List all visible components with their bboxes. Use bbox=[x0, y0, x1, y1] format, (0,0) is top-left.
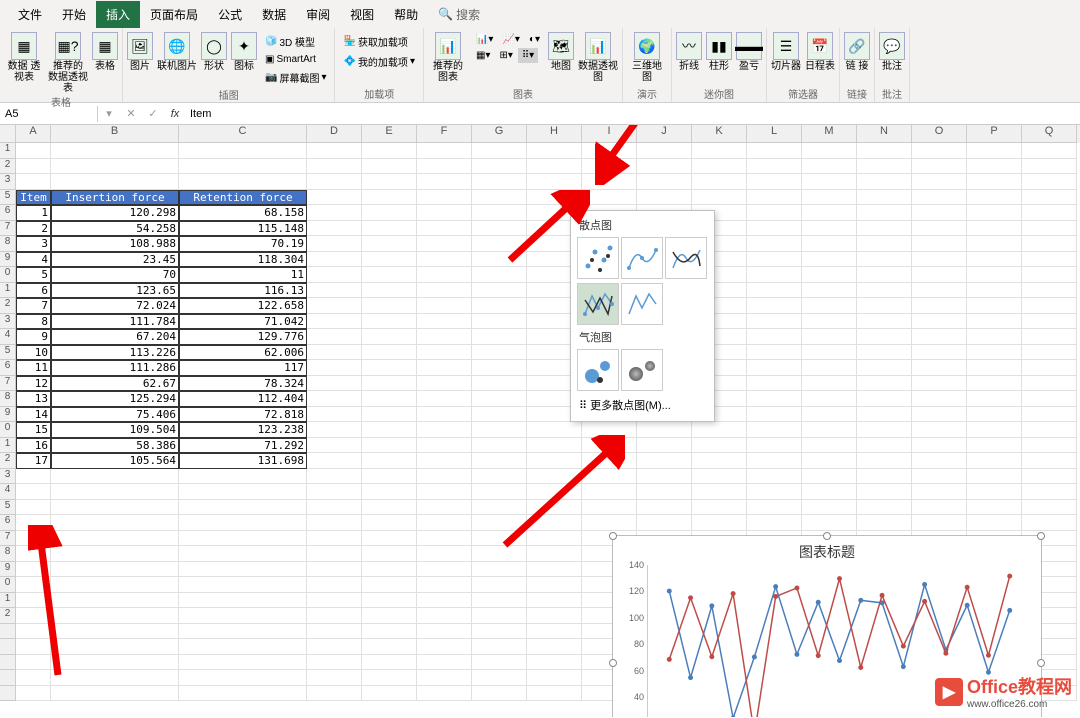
enter-icon[interactable]: ✓ bbox=[142, 107, 164, 120]
my-addins-button[interactable]: 💠 我的加载项 ▾ bbox=[339, 52, 418, 71]
office-logo-icon: ▶ bbox=[935, 678, 963, 706]
chart-type-dropdown: 散点图 气泡图 ⠿ 更多散点图(M)... bbox=[570, 210, 715, 422]
col-header: A bbox=[16, 125, 51, 143]
line-chart-icon[interactable]: 📈▾ bbox=[498, 32, 523, 47]
col-header: G bbox=[472, 125, 527, 143]
screenshot-button[interactable]: 📷 屏幕截图 ▾ bbox=[261, 68, 330, 87]
col-header: E bbox=[362, 125, 417, 143]
bubble-group-label: 气泡图 bbox=[575, 327, 710, 347]
tab-help[interactable]: 帮助 bbox=[384, 1, 428, 28]
ribbon: ▦数据 透视表 ▦?推荐的 数据透视表 ▦表格 表格 🖼图片 🌐联机图片 ◯形状… bbox=[0, 28, 1080, 103]
tab-insert[interactable]: 插入 bbox=[96, 1, 140, 28]
name-box[interactable]: A5 bbox=[0, 106, 98, 122]
name-box-dropdown[interactable]: ▾ bbox=[98, 107, 120, 120]
cancel-icon[interactable]: ✕ bbox=[120, 107, 142, 120]
formula-input[interactable]: Item bbox=[186, 106, 1080, 122]
worksheet-area[interactable]: A B C DEFGHIJKLMNOPQ 1235ItemInsertion f… bbox=[0, 125, 1080, 717]
formula-bar: A5 ▾ ✕ ✓ fx Item bbox=[0, 103, 1080, 125]
pictures-button[interactable]: 🖼图片 bbox=[127, 32, 153, 72]
pivot-chart-button[interactable]: 📊数据透视图 bbox=[578, 32, 618, 83]
tables-button[interactable]: ▦表格 bbox=[92, 32, 118, 72]
tab-view[interactable]: 视图 bbox=[340, 1, 384, 28]
tab-layout[interactable]: 页面布局 bbox=[140, 1, 208, 28]
scatter-group-label: 散点图 bbox=[575, 215, 710, 235]
scatter-smooth-lines-option[interactable] bbox=[621, 237, 663, 279]
comments-button[interactable]: 💬批注 bbox=[879, 32, 905, 72]
slicer-button[interactable]: ☰切片器 bbox=[771, 32, 801, 72]
sparkline-winloss-button[interactable]: ▬▬盈亏 bbox=[736, 32, 762, 72]
icons-button[interactable]: ✦图标 bbox=[231, 32, 257, 72]
tab-file[interactable]: 文件 bbox=[8, 1, 52, 28]
watermark: ▶ Office教程网 www.office26.com bbox=[935, 673, 1072, 710]
col-header: B bbox=[51, 125, 179, 143]
bubble-option[interactable] bbox=[577, 349, 619, 391]
sparkline-line-button[interactable]: 〰折线 bbox=[676, 32, 702, 72]
pivot-table-button[interactable]: ▦数据 透视表 bbox=[4, 32, 44, 83]
recommended-charts-button[interactable]: 📊推荐的 图表 bbox=[428, 32, 468, 83]
scatter-straight-lines-option[interactable] bbox=[577, 283, 619, 325]
online-pictures-button[interactable]: 🌐联机图片 bbox=[157, 32, 197, 72]
bubble-3d-option[interactable] bbox=[621, 349, 663, 391]
tab-data[interactable]: 数据 bbox=[252, 1, 296, 28]
link-button[interactable]: 🔗链 接 bbox=[844, 32, 870, 72]
column-chart-icon[interactable]: 📊▾ bbox=[472, 32, 497, 47]
fx-icon[interactable]: fx bbox=[164, 108, 186, 120]
shapes-button[interactable]: ◯形状 bbox=[201, 32, 227, 72]
col-header: M bbox=[802, 125, 857, 143]
col-header: O bbox=[912, 125, 967, 143]
timeline-button[interactable]: 📅日程表 bbox=[805, 32, 835, 72]
tab-formula[interactable]: 公式 bbox=[208, 1, 252, 28]
col-header: K bbox=[692, 125, 747, 143]
model3d-button[interactable]: 🧊 3D 模型 bbox=[261, 32, 330, 51]
maps-button[interactable]: 🗺地图 bbox=[548, 32, 574, 72]
get-addins-button[interactable]: 🏪 获取加载项 bbox=[339, 32, 418, 51]
col-header: N bbox=[857, 125, 912, 143]
col-header: H bbox=[527, 125, 582, 143]
map3d-button[interactable]: 🌍三维地 图 bbox=[627, 32, 667, 83]
hierarchy-chart-icon[interactable]: ▦▾ bbox=[472, 48, 494, 63]
col-header: L bbox=[747, 125, 802, 143]
statistic-chart-icon[interactable]: ⊞▾ bbox=[495, 48, 516, 63]
col-header: C bbox=[179, 125, 307, 143]
smartart-button[interactable]: ▣ SmartArt bbox=[261, 52, 330, 67]
chart-title[interactable]: 图表标题 bbox=[613, 542, 1041, 562]
scatter-chart-dropdown[interactable]: ⠿▾ bbox=[518, 48, 538, 63]
scatter-straight-nomarker-option[interactable] bbox=[621, 283, 663, 325]
sparkline-column-button[interactable]: ▮▮柱形 bbox=[706, 32, 732, 72]
search-icon: 🔍 bbox=[438, 7, 453, 21]
col-header: F bbox=[417, 125, 472, 143]
pie-chart-icon[interactable]: ◐▾ bbox=[525, 32, 544, 47]
more-scatter-option[interactable]: ⠿ 更多散点图(M)... bbox=[575, 393, 710, 417]
col-header: P bbox=[967, 125, 1022, 143]
tab-home[interactable]: 开始 bbox=[52, 1, 96, 28]
col-header: D bbox=[307, 125, 362, 143]
scatter-smooth-nomarker-option[interactable] bbox=[665, 237, 707, 279]
select-all-corner[interactable] bbox=[0, 125, 16, 143]
tab-review[interactable]: 审阅 bbox=[296, 1, 340, 28]
recommended-pivot-button[interactable]: ▦?推荐的 数据透视表 bbox=[48, 32, 88, 94]
ribbon-search[interactable]: 🔍搜索 bbox=[438, 6, 480, 23]
menu-bar: 文件 开始 插入 页面布局 公式 数据 审阅 视图 帮助 🔍搜索 bbox=[0, 0, 1080, 28]
col-header: Q bbox=[1022, 125, 1077, 143]
